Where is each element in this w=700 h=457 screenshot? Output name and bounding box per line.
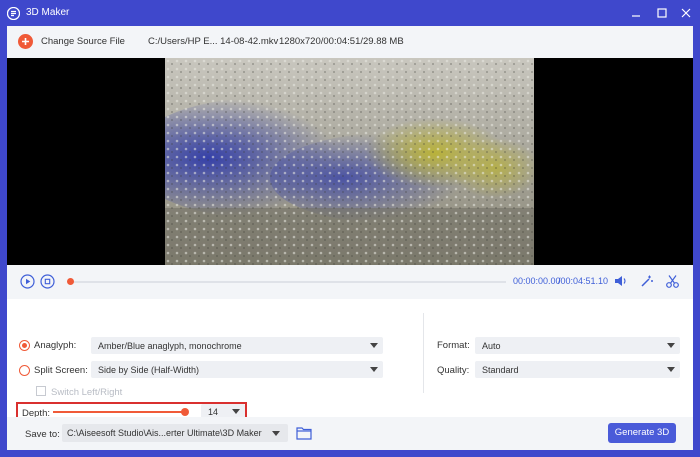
window-title: 3D Maker xyxy=(26,7,70,18)
footer-bar: Save to: C:\Aiseesoft Studio\Ais...erter… xyxy=(7,417,693,450)
progress-handle[interactable] xyxy=(67,278,74,285)
chevron-down-icon xyxy=(370,367,378,372)
anaglyph-select-value: Amber/Blue anaglyph, monochrome xyxy=(98,341,242,351)
magic-wand-icon[interactable] xyxy=(639,274,654,289)
quality-select[interactable]: Standard xyxy=(475,361,680,378)
current-time: 00:00:00.00 xyxy=(513,276,561,286)
generate-3d-button[interactable]: Generate 3D xyxy=(608,423,676,443)
anaglyph-radio[interactable] xyxy=(19,340,30,351)
anaglyph-select[interactable]: Amber/Blue anaglyph, monochrome xyxy=(91,337,383,354)
anaglyph-label: Anaglyph: xyxy=(34,340,77,351)
format-select-value: Auto xyxy=(482,341,501,351)
depth-slider[interactable] xyxy=(53,411,185,413)
minimize-icon[interactable] xyxy=(628,5,644,21)
title-bar: 3D Maker xyxy=(0,0,700,26)
quality-select-value: Standard xyxy=(482,365,519,375)
chevron-down-icon xyxy=(370,343,378,348)
save-path-select[interactable]: C:\Aiseesoft Studio\Ais...erter Ultimate… xyxy=(62,424,288,442)
chevron-down-icon xyxy=(667,343,675,348)
scissors-icon[interactable] xyxy=(665,274,680,289)
chevron-down-icon xyxy=(272,431,280,436)
chevron-down-icon xyxy=(667,367,675,372)
volume-icon[interactable] xyxy=(613,274,628,288)
format-select[interactable]: Auto xyxy=(475,337,680,354)
split-screen-label: Split Screen: xyxy=(34,365,88,376)
source-bar: Change Source File C:/Users/HP E... 14-0… xyxy=(7,26,693,58)
source-file-info: 1280x720/00:04:51/29.88 MB xyxy=(279,36,404,47)
stop-icon[interactable] xyxy=(40,274,55,289)
depth-select-value: 14 xyxy=(208,407,219,417)
video-frame xyxy=(165,58,534,265)
app-logo-icon xyxy=(7,7,20,20)
maximize-icon[interactable] xyxy=(654,5,670,21)
playback-controls: 00:00:00.00 /00:04:51.10 xyxy=(7,265,693,299)
chevron-down-icon xyxy=(232,409,240,414)
split-screen-radio[interactable] xyxy=(19,365,30,376)
video-preview xyxy=(7,58,693,265)
split-screen-select[interactable]: Side by Side (Half-Width) xyxy=(91,361,383,378)
progress-bar[interactable] xyxy=(69,281,506,283)
close-icon[interactable] xyxy=(678,5,694,21)
quality-label: Quality: xyxy=(437,365,470,376)
plus-circle-icon[interactable] xyxy=(18,34,33,49)
total-time: /00:04:51.10 xyxy=(558,276,609,286)
settings-panel: Anaglyph: Amber/Blue anaglyph, monochrom… xyxy=(7,299,693,421)
save-to-label: Save to: xyxy=(25,429,60,440)
change-source-file-button[interactable]: Change Source File xyxy=(41,36,125,47)
main-panel: Change Source File C:/Users/HP E... 14-0… xyxy=(7,26,693,450)
split-screen-select-value: Side by Side (Half-Width) xyxy=(98,365,200,375)
folder-icon[interactable] xyxy=(296,426,312,440)
depth-slider-handle[interactable] xyxy=(181,408,189,416)
format-label: Format: xyxy=(437,340,470,351)
switch-left-right-label: Switch Left/Right xyxy=(51,387,123,398)
source-file-path: C:/Users/HP E... 14-08-42.mkv xyxy=(148,36,279,47)
play-icon[interactable] xyxy=(20,274,35,289)
save-path-value: C:\Aiseesoft Studio\Ais...erter Ultimate… xyxy=(67,428,262,438)
settings-divider xyxy=(423,313,424,393)
switch-left-right-checkbox[interactable] xyxy=(36,386,46,396)
